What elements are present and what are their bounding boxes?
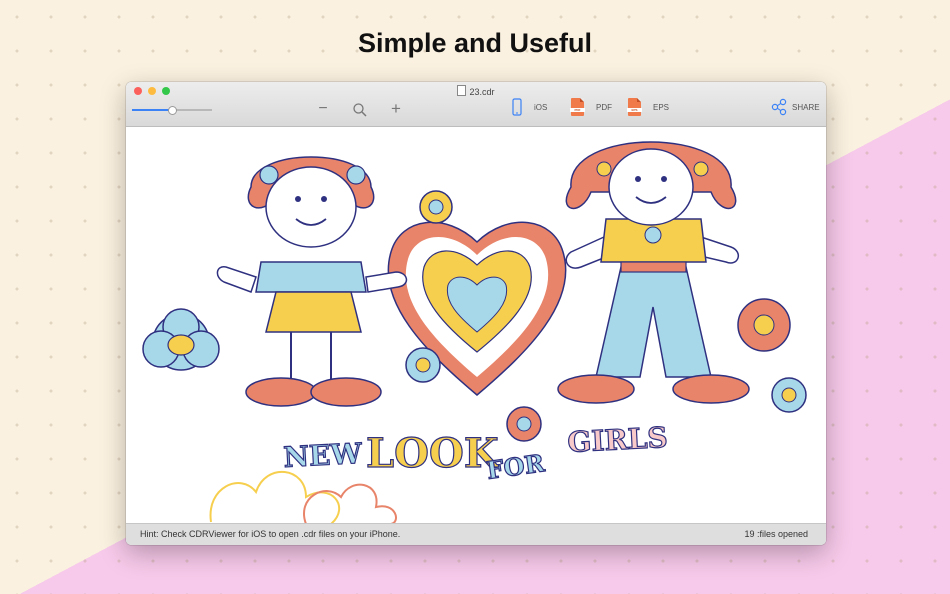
pdf-file-icon-fold	[580, 98, 584, 102]
artwork-word-look: LOOK	[366, 430, 500, 477]
flower-yellow-top	[419, 190, 453, 224]
pdf-file-icon-tag: PDF	[570, 108, 585, 112]
share-button[interactable]: SHARE	[771, 98, 820, 116]
status-hint: Hint: Check CDRViewer for iOS to open .c…	[140, 529, 401, 539]
zoom-in-button[interactable]: +	[388, 99, 404, 118]
zoom-fit-button[interactable]	[352, 102, 368, 118]
zoom-in-icon: +	[391, 99, 401, 118]
artwork-word-girls: GIRLS	[567, 421, 669, 459]
files-opened-count: 19 :files opened	[744, 529, 808, 539]
flower-orange-center	[506, 406, 542, 442]
share-label: SHARE	[792, 102, 820, 112]
document-icon	[457, 85, 467, 96]
titlebar: 23.cdr − + iOS PDF PDF EPS EPS SHARE	[126, 82, 826, 127]
eps-file-icon-tag: EPS	[627, 108, 642, 112]
flower-outline-bottom	[209, 470, 397, 524]
phone-icon	[512, 98, 522, 116]
eps-label: EPS	[653, 102, 670, 112]
pdf-label: PDF	[596, 102, 612, 112]
ios-button[interactable]: iOS	[512, 98, 547, 116]
eps-button[interactable]: EPS EPS	[627, 98, 670, 116]
pdf-button[interactable]: PDF PDF	[570, 98, 612, 116]
ios-label: iOS	[534, 102, 548, 112]
share-icon	[771, 98, 787, 116]
zoom-slider-knob[interactable]	[168, 106, 177, 115]
flower-blue-right	[771, 377, 807, 413]
girl-left-illustration	[216, 156, 408, 407]
promo-headline: Simple and Useful	[357, 28, 593, 58]
zoom-out-button[interactable]: −	[315, 100, 331, 118]
document-canvas[interactable]: NEW LOOK FOR GIRLS	[126, 127, 826, 524]
girl-right-illustration	[557, 141, 750, 404]
status-bar: Hint: Check CDRViewer for iOS to open .c…	[126, 523, 826, 545]
window-title: 23.cdr	[126, 85, 826, 97]
app-window: 23.cdr − + iOS PDF PDF EPS EPS SHARE NEW…	[126, 82, 826, 545]
cdr-artwork: NEW LOOK FOR GIRLS	[142, 141, 807, 524]
flower-orange-right	[737, 298, 791, 352]
eps-file-icon: EPS	[627, 98, 642, 116]
magnifier-icon	[353, 103, 367, 117]
zoom-slider-fill	[132, 109, 172, 111]
pdf-file-icon: PDF	[570, 98, 585, 116]
window-title-text: 23.cdr	[469, 87, 495, 97]
eps-file-icon-fold	[637, 98, 641, 102]
zoom-out-icon: −	[318, 100, 328, 117]
zoom-slider[interactable]	[132, 105, 212, 115]
artwork-word-new: NEW	[283, 437, 364, 474]
flower-blue-small	[405, 347, 441, 383]
flower-blue-large	[142, 308, 220, 371]
